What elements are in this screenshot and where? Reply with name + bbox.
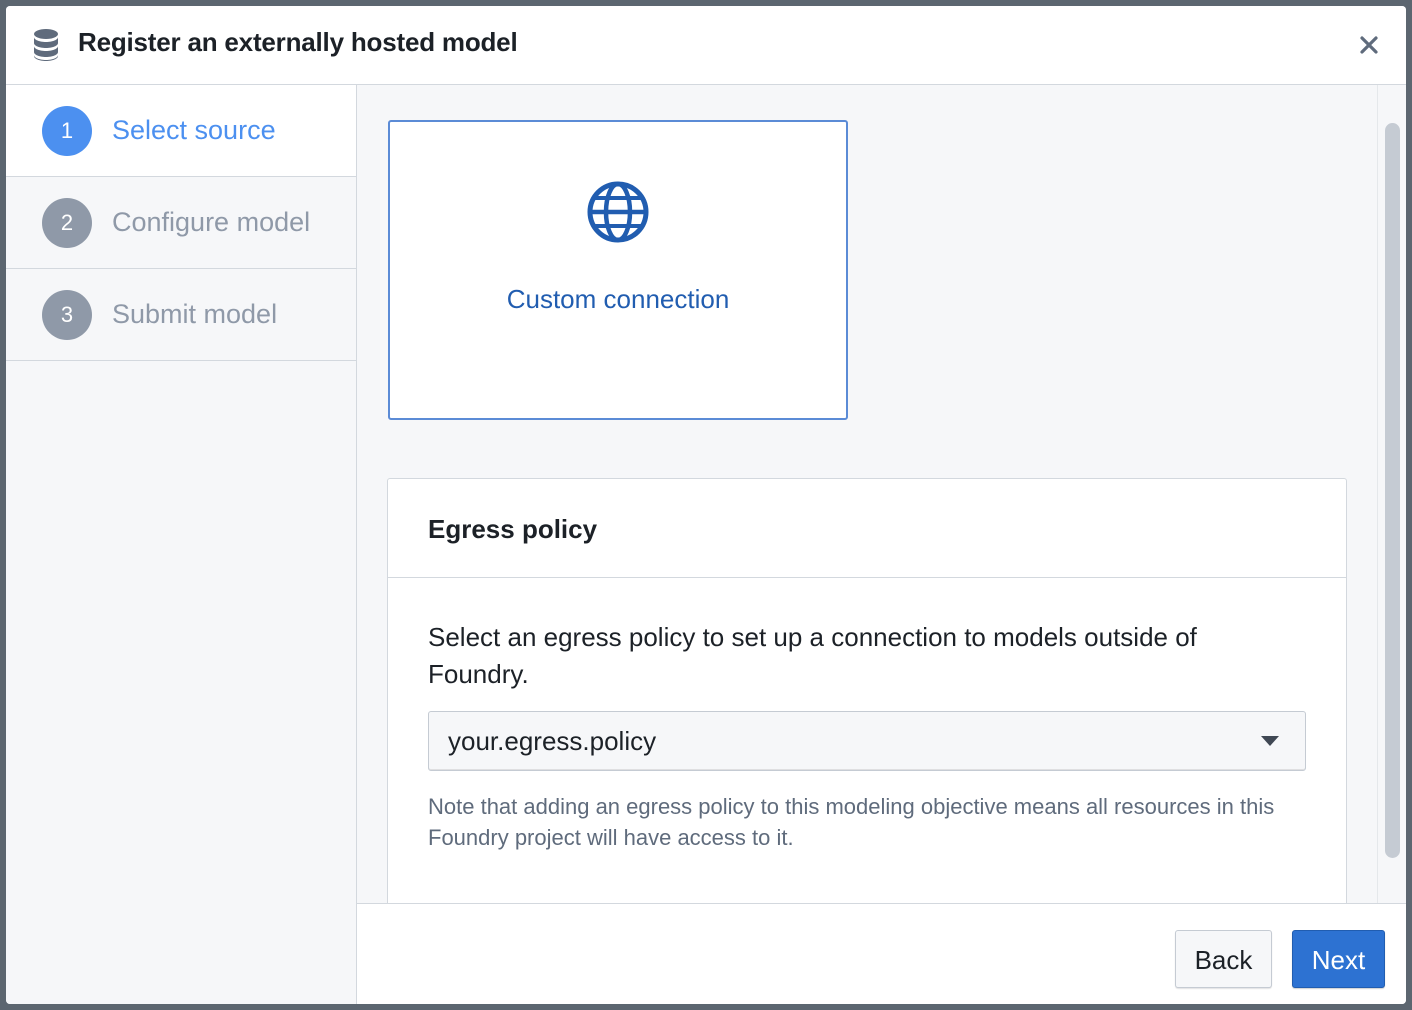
step-number: 1: [42, 106, 92, 156]
back-button[interactable]: Back: [1175, 930, 1272, 988]
egress-card-header: Egress policy: [388, 479, 1346, 578]
egress-policy-value: your.egress.policy: [448, 726, 657, 756]
register-model-dialog: Register an externally hosted model 1 Se…: [6, 6, 1406, 1004]
main-content: Custom connection Egress policy Select a…: [357, 85, 1377, 903]
scrollbar-track[interactable]: [1377, 85, 1406, 903]
steps-sidebar: 1 Select source 2 Configure model 3 Subm…: [6, 85, 357, 1004]
step-number: 3: [42, 290, 92, 340]
custom-connection-label: Custom connection: [506, 284, 730, 314]
dialog-title: Register an externally hosted model: [78, 27, 518, 57]
step-select-source[interactable]: 1 Select source: [6, 85, 356, 177]
dialog-header: Register an externally hosted model: [6, 6, 1406, 85]
egress-policy-select[interactable]: your.egress.policy: [428, 711, 1306, 771]
caret-down-icon: [1261, 736, 1279, 746]
step-label: Configure model: [112, 207, 311, 237]
egress-policy-description: Select an egress policy to set up a conn…: [428, 622, 1197, 689]
scrollbar-thumb[interactable]: [1385, 123, 1400, 858]
dialog-footer: Back Next: [357, 903, 1406, 1004]
egress-policy-title: Egress policy: [428, 514, 598, 544]
egress-policy-note: Note that adding an egress policy to thi…: [428, 794, 1275, 850]
next-button[interactable]: Next: [1292, 930, 1385, 988]
step-configure-model[interactable]: 2 Configure model: [6, 177, 356, 269]
close-icon[interactable]: [1354, 30, 1384, 60]
step-number: 2: [42, 198, 92, 248]
step-submit-model[interactable]: 3 Submit model: [6, 269, 356, 361]
step-label: Submit model: [112, 299, 278, 329]
database-icon: [34, 29, 58, 61]
custom-connection-card[interactable]: Custom connection: [388, 120, 848, 420]
globe-icon: [587, 181, 649, 243]
step-label: Select source: [112, 115, 276, 145]
egress-policy-card: Egress policy Select an egress policy to…: [387, 478, 1347, 903]
